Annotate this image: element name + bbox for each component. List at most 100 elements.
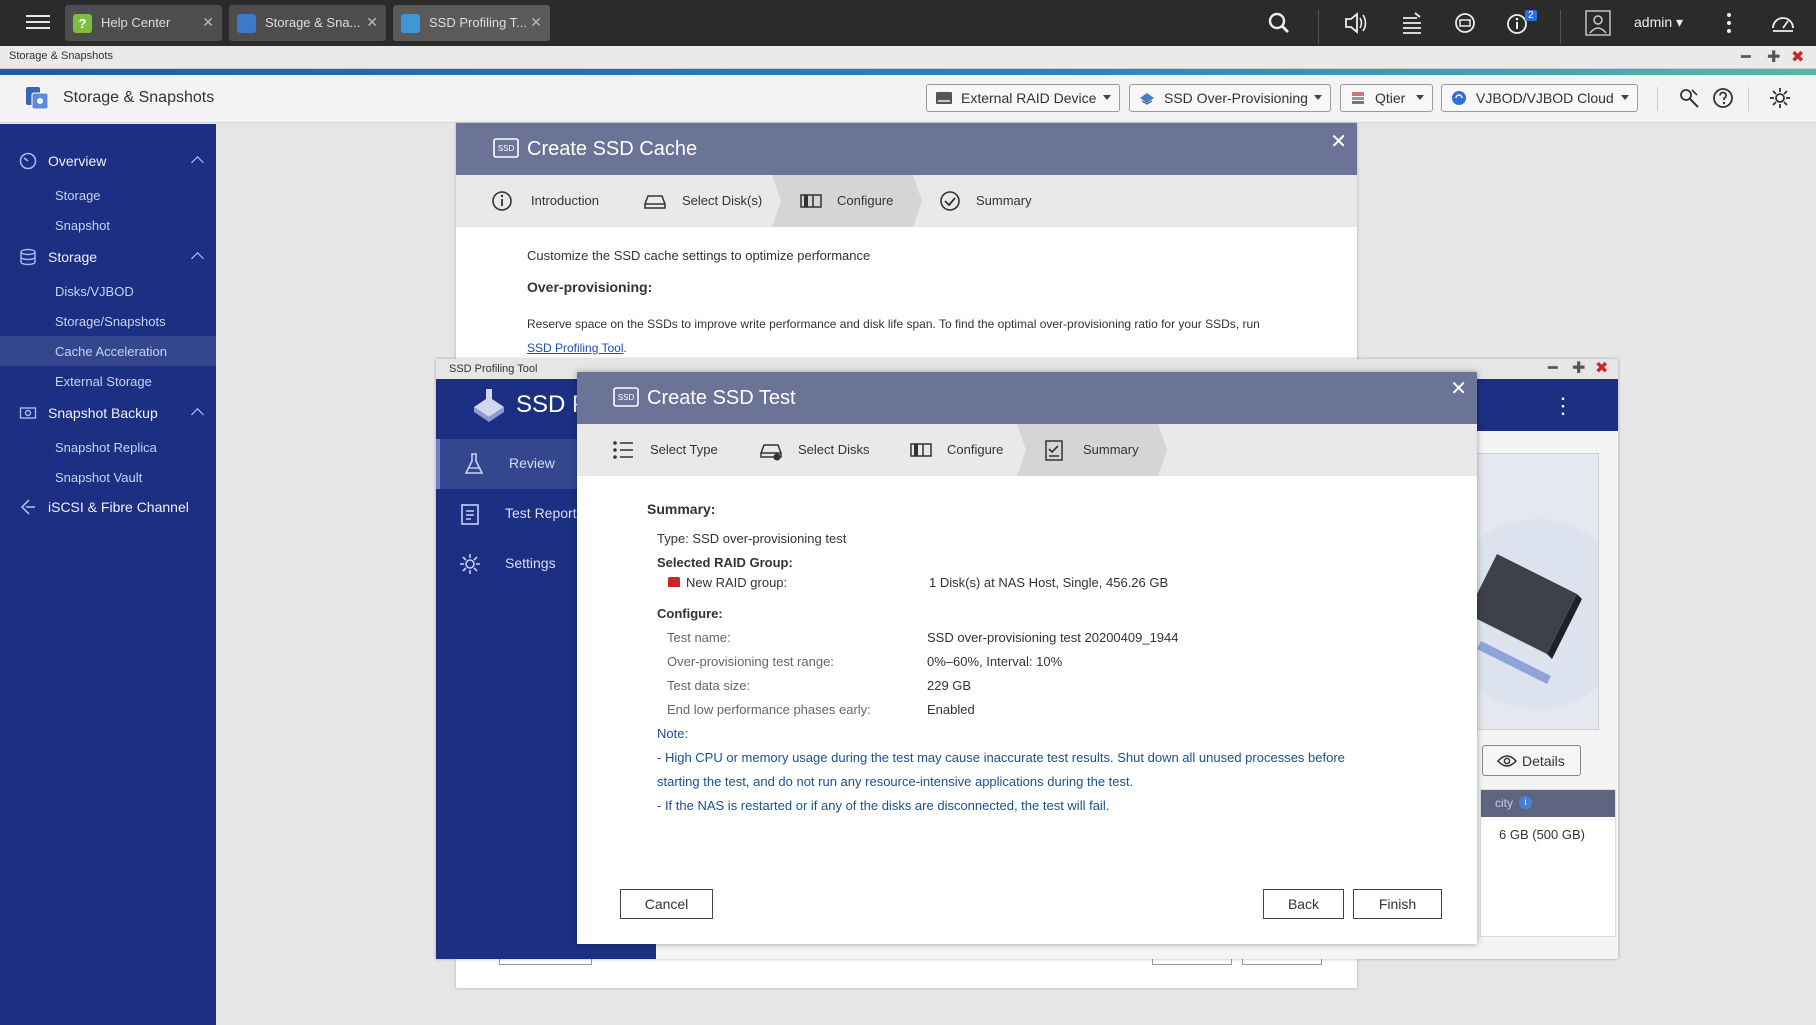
step-label: Configure [947, 442, 1004, 457]
volume-icon[interactable] [1343, 10, 1369, 36]
external-raid-device-button[interactable]: External RAID Device [926, 84, 1120, 112]
config-label: Test data size: [667, 678, 751, 693]
sidebar-item-snapshot-vault[interactable]: Snapshot Vault [0, 462, 216, 492]
help-icon[interactable] [1712, 87, 1734, 109]
raid-value: 1 Disk(s) at NAS Host, Single, 456.26 GB [929, 575, 1169, 590]
more-options-icon[interactable]: ⋮ [1552, 393, 1574, 419]
config-value: 0%–60%, Interval: 10% [927, 654, 1063, 669]
raid-device-icon [936, 92, 952, 104]
details-label: Details [1522, 753, 1565, 769]
tab-label: Help Center [101, 15, 171, 30]
maximize-icon[interactable]: ✚ [1572, 358, 1585, 378]
details-button[interactable]: Details [1482, 745, 1581, 776]
disk-check-icon [760, 444, 782, 461]
sidebar-section-snapshot-backup[interactable]: Snapshot Backup [0, 398, 216, 428]
diagnostics-tool-icon[interactable] [1678, 87, 1700, 109]
close-window-icon[interactable]: ✖ [1791, 47, 1804, 67]
sidebar-section-label: Storage [48, 249, 98, 265]
notification-badge: 2 [1525, 10, 1537, 21]
sync-icon[interactable] [1452, 10, 1478, 36]
qtier-button[interactable]: Qtier [1340, 84, 1433, 112]
raid-heading: Selected RAID Group: [657, 555, 793, 570]
sidebar-item-label: Disks/VJBOD [55, 284, 134, 299]
window-title: Storage & Snapshots [9, 50, 113, 62]
step-configure[interactable]: Configure [772, 175, 922, 227]
finish-button[interactable]: Finish [1353, 889, 1442, 919]
sidebar-section-iscsi[interactable]: iSCSI & Fibre Channel [0, 492, 216, 522]
sidebar-item-cache-acceleration[interactable]: Cache Acceleration [0, 336, 216, 366]
step-select-disks[interactable]: Select Disks [760, 424, 900, 476]
settings-gear-icon [460, 554, 480, 574]
user-menu[interactable]: admin ▾ [1634, 14, 1683, 31]
table-header-label: city [1495, 796, 1513, 810]
close-icon[interactable]: ✕ [366, 14, 378, 31]
close-icon[interactable]: ✕ [1450, 376, 1467, 401]
step-select-type[interactable]: Select Type [612, 424, 752, 476]
chevron-down-icon [1416, 95, 1424, 100]
maximize-icon[interactable]: ✚ [1767, 47, 1780, 67]
close-icon[interactable]: ✕ [202, 14, 214, 31]
settings-gear-icon[interactable] [1768, 86, 1792, 110]
link-suffix: . [623, 341, 627, 355]
clipboard-report-icon [461, 504, 479, 525]
ssd-profiling-tool-link[interactable]: SSD Profiling Tool [527, 341, 624, 355]
next-button-partial[interactable] [1242, 959, 1322, 965]
step-label: Summary [976, 193, 1032, 208]
search-icon[interactable] [1266, 10, 1292, 36]
note-line: starting the test, and do not run any re… [657, 774, 1134, 789]
sidebar-section-storage[interactable]: Storage [0, 242, 216, 272]
summary-heading: Summary: [647, 501, 716, 517]
task-stack-icon[interactable] [1399, 10, 1425, 36]
sidebar-item-label: Cache Acceleration [55, 344, 168, 359]
ssd-over-provisioning-button[interactable]: SSD Over-Provisioning [1129, 84, 1331, 112]
sidebar-item-storage-overview[interactable]: Storage [0, 180, 216, 210]
step-summary[interactable]: Summary [936, 175, 1086, 227]
sidebar-item-disks-vjbod[interactable]: Disks/VJBOD [0, 276, 216, 306]
sidebar-item-label: External Storage [55, 374, 152, 389]
vjbod-cloud-button[interactable]: VJBOD/VJBOD Cloud [1441, 84, 1638, 112]
type-line: Type: SSD over-provisioning test [657, 531, 847, 546]
step-introduction[interactable]: Introduction [486, 175, 636, 227]
user-avatar-icon[interactable] [1585, 10, 1611, 36]
sidebar-section-label: Snapshot Backup [48, 405, 158, 421]
tab-ssd-profiling[interactable]: SSD Profiling T... ✕ [393, 5, 550, 41]
close-icon[interactable]: ✕ [1330, 129, 1347, 154]
minimize-icon[interactable]: ━ [1741, 47, 1751, 67]
sidebar-section-overview[interactable]: Overview [0, 146, 216, 176]
intro-text: Customize the SSD cache settings to opti… [527, 248, 871, 263]
summary-checklist-icon [1045, 440, 1063, 461]
sidebar-item-storage-snapshots[interactable]: Storage/Snapshots [0, 306, 216, 336]
close-window-icon[interactable]: ✖ [1595, 358, 1608, 378]
ssd-illustration [1476, 453, 1599, 730]
dashboard-gauge-icon[interactable] [1770, 10, 1796, 36]
config-value: Enabled [927, 702, 975, 717]
close-icon[interactable]: ✕ [530, 14, 542, 31]
more-options-icon[interactable] [1716, 10, 1742, 36]
divider [1657, 87, 1658, 111]
sidebar-item-external-storage[interactable]: External Storage [0, 366, 216, 396]
raid-label: New RAID group: [686, 575, 788, 590]
main-menu-icon[interactable] [26, 11, 50, 33]
ssd-profiling-logo-icon [474, 389, 504, 422]
sidebar-item-snapshot[interactable]: Snapshot [0, 210, 216, 240]
taskbar: ? Help Center ✕ Storage & Sna... ✕ SSD P… [0, 0, 1816, 46]
back-button-partial[interactable] [1152, 959, 1232, 965]
config-value: SSD over-provisioning test 20200409_1944 [927, 630, 1179, 645]
sidebar-item-snapshot-replica[interactable]: Snapshot Replica [0, 432, 216, 462]
sidebar-section-label: Overview [48, 153, 107, 169]
wizard-steps: Introduction Select Disk(s) Configure Su… [456, 175, 1357, 227]
step-summary[interactable]: Summary [1017, 424, 1167, 476]
back-button[interactable]: Back [1263, 889, 1344, 919]
capacity-table: city i 6 GB (500 GB) [1480, 789, 1616, 937]
flask-icon [464, 453, 484, 474]
check-circle-icon [940, 191, 960, 211]
list-icon [613, 441, 633, 459]
app-header: Storage & Snapshots External RAID Device… [0, 75, 1816, 123]
info-icon [492, 191, 512, 211]
tab-help-center[interactable]: ? Help Center ✕ [65, 5, 222, 41]
cancel-button-partial[interactable] [499, 959, 592, 965]
config-label: Over-provisioning test range: [667, 654, 834, 669]
cancel-button[interactable]: Cancel [620, 889, 713, 919]
tab-storage-snapshots[interactable]: Storage & Sna... ✕ [229, 5, 386, 41]
minimize-icon[interactable]: ━ [1548, 358, 1558, 378]
